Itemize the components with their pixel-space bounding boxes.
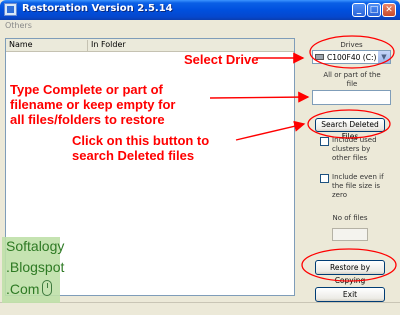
status-bar: [0, 302, 400, 315]
include-used-clusters-checkbox[interactable]: [320, 137, 329, 146]
list-header: Name In Folder: [6, 39, 294, 52]
annotation-select-drive: Select Drive: [184, 52, 259, 67]
search-deleted-files-button[interactable]: Search Deleted Files: [315, 118, 385, 141]
watermark-line-1: Softalogy: [6, 238, 65, 254]
close-button[interactable]: ✕: [382, 3, 396, 17]
file-name-label: All or part of the file: [323, 71, 381, 88]
annotation-click-line-2: search Deleted files: [72, 148, 195, 163]
restore-by-copying-button[interactable]: Restore by Copying: [315, 260, 385, 285]
include-zero-size-label: Include even if the file size is zero: [332, 173, 384, 199]
include-zero-size-checkbox[interactable]: [320, 174, 329, 183]
annotation-click-line-1: Click on this button to: [72, 133, 210, 148]
minimize-button[interactable]: _: [352, 3, 366, 17]
annotation-type-line-1: Type Complete or part of: [10, 82, 163, 97]
watermark-line-2: .Blogspot: [6, 259, 65, 275]
exit-button[interactable]: Exit: [315, 287, 385, 302]
drives-label: Drives: [340, 41, 363, 49]
file-name-input[interactable]: [312, 90, 391, 105]
menu-others[interactable]: Others: [5, 21, 32, 30]
nofiles-value: [332, 228, 368, 241]
annotation-type-line-2: filename or keep empty for: [10, 97, 176, 112]
app-icon: [4, 3, 17, 16]
column-folder-header[interactable]: In Folder: [88, 40, 294, 51]
maximize-button[interactable]: □: [367, 3, 381, 17]
nofiles-label: No of files: [332, 214, 368, 222]
annotation-click-button: Click on this button to search Deleted f…: [72, 133, 209, 163]
annotation-type-filename: Type Complete or part of filename or kee…: [10, 82, 175, 127]
column-name-header[interactable]: Name: [6, 40, 88, 51]
menu-bar: Others: [0, 20, 400, 34]
title-bar: Restoration Version 2.5.14 _ □ ✕: [0, 0, 400, 20]
drive-value: C100F40 (C:): [327, 53, 377, 62]
watermark-line-3: .Com: [6, 281, 40, 297]
hard-drive-icon: [315, 54, 324, 60]
annotation-type-line-3: all files/folders to restore: [10, 112, 165, 127]
drive-select[interactable]: C100F40 (C:) ▼: [312, 50, 391, 64]
include-used-clusters-label: Include used clusters by other files: [332, 136, 377, 162]
chevron-down-icon[interactable]: ▼: [378, 51, 390, 63]
window-title: Restoration Version 2.5.14: [22, 3, 173, 14]
mouse-icon: [42, 280, 52, 296]
